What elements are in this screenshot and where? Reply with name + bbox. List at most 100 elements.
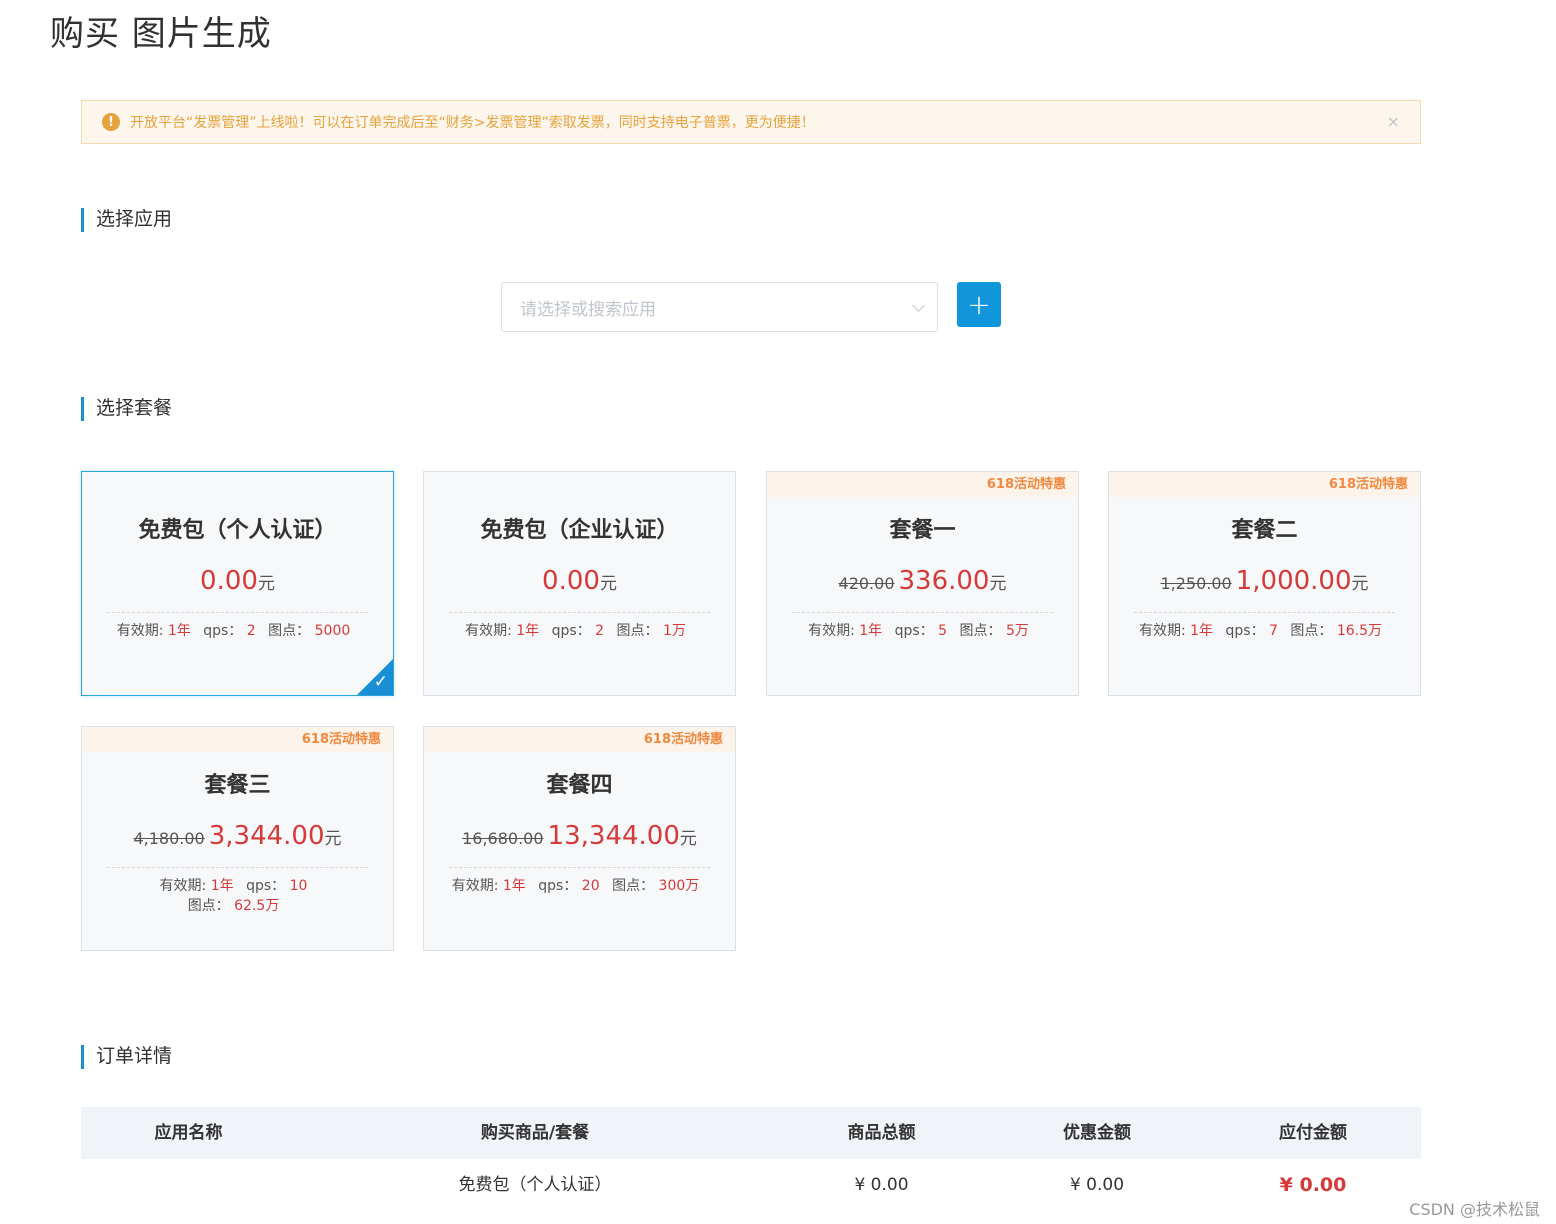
column-header-payable: 应付金额 bbox=[1279, 1123, 1347, 1143]
qps-value: 2 bbox=[246, 623, 256, 639]
validity-value: 1年 bbox=[502, 878, 526, 894]
package-price: 1,000.00 bbox=[1235, 566, 1352, 596]
package-specs: 有效期: 1年 qps： 20 图点： 300万 bbox=[444, 876, 715, 896]
currency-unit: 元 bbox=[989, 574, 1007, 594]
divider bbox=[1134, 612, 1395, 613]
qps-value: 10 bbox=[289, 878, 308, 894]
currency-unit: 元 bbox=[679, 829, 697, 849]
package-price: 0.00 bbox=[200, 566, 258, 596]
package-card-free-enterprise[interactable]: 免费包（企业认证） 0.00元 有效期: 1年 qps： 2 图点： 1万 bbox=[423, 471, 736, 696]
original-price: 1,250.00 bbox=[1160, 574, 1232, 593]
qps-label: qps： bbox=[538, 878, 578, 894]
price-row: 1,250.00 1,000.00元 bbox=[1109, 566, 1420, 596]
chevron-down-icon bbox=[912, 299, 925, 312]
package-specs: 有效期: 1年 qps： 10 图点： 62.5万 bbox=[142, 876, 333, 916]
section-title-select-package: 选择套餐 bbox=[81, 397, 172, 421]
package-specs: 有效期: 1年 qps： 5 图点： 5万 bbox=[787, 621, 1058, 641]
app-select-placeholder: 请选择或搜索应用 bbox=[520, 299, 656, 320]
qps-label: qps： bbox=[894, 623, 934, 639]
price-row: 0.00元 bbox=[82, 566, 393, 596]
points-label: 图点： bbox=[612, 878, 655, 894]
price-row: 16,680.00 13,344.00元 bbox=[424, 821, 735, 851]
order-table-header: 应用名称 购买商品/套餐 商品总额 优惠金额 应付金额 bbox=[81, 1107, 1421, 1159]
package-name: 套餐四 bbox=[546, 773, 613, 798]
notice-alert: ! 开放平台“发票管理”上线啦！可以在订单完成后至“财务>发票管理”索取发票，同… bbox=[81, 100, 1421, 144]
package-card-free-personal[interactable]: 免费包（个人认证） 0.00元 有效期: 1年 qps： 2 图点： 5000 … bbox=[81, 471, 394, 696]
validity-label: 有效期: bbox=[159, 878, 207, 894]
package-name: 套餐二 bbox=[1231, 518, 1298, 543]
package-specs: 有效期: 1年 qps： 7 图点： 16.5万 bbox=[1129, 621, 1400, 641]
validity-value: 1年 bbox=[167, 623, 191, 639]
points-label: 图点： bbox=[959, 623, 1002, 639]
watermark: CSDN @技术松鼠 bbox=[1409, 1200, 1540, 1219]
cell-discount: ¥ 0.00 bbox=[1069, 1175, 1125, 1195]
points-label: 图点： bbox=[187, 898, 230, 914]
price-row: 420.00 336.00元 bbox=[767, 566, 1078, 596]
validity-label: 有效期: bbox=[465, 623, 512, 639]
package-name: 免费包（个人认证） bbox=[138, 518, 337, 543]
check-icon: ✓ bbox=[373, 672, 388, 692]
package-price: 0.00 bbox=[542, 566, 600, 596]
cell-total: ¥ 0.00 bbox=[854, 1175, 909, 1195]
cell-app-name bbox=[81, 1165, 296, 1205]
qps-label: qps： bbox=[203, 623, 243, 639]
price-row: 4,180.00 3,344.00元 bbox=[82, 821, 393, 851]
validity-value: 1年 bbox=[859, 623, 883, 639]
app-select[interactable]: 请选择或搜索应用 bbox=[501, 282, 938, 332]
validity-label: 有效期: bbox=[451, 878, 499, 894]
original-price: 4,180.00 bbox=[133, 829, 205, 848]
promo-badge: 618活动特惠 bbox=[82, 727, 393, 752]
currency-unit: 元 bbox=[1351, 574, 1369, 594]
divider bbox=[107, 867, 368, 868]
validity-value: 1年 bbox=[516, 623, 540, 639]
qps-value: 2 bbox=[595, 623, 605, 639]
points-value: 300万 bbox=[658, 878, 700, 894]
qps-label: qps： bbox=[1225, 623, 1265, 639]
package-name: 套餐三 bbox=[204, 773, 271, 798]
promo-badge: 618活动特惠 bbox=[767, 472, 1078, 497]
points-value: 16.5万 bbox=[1336, 623, 1383, 639]
currency-unit: 元 bbox=[599, 574, 617, 594]
validity-label: 有效期: bbox=[1138, 623, 1186, 639]
qps-value: 5 bbox=[938, 623, 948, 639]
page-title: 购买 图片生成 bbox=[50, 14, 272, 54]
divider bbox=[792, 612, 1053, 613]
column-header-total: 商品总额 bbox=[847, 1123, 916, 1143]
package-price: 336.00 bbox=[898, 566, 990, 596]
column-header-product: 购买商品/套餐 bbox=[480, 1123, 590, 1143]
package-price: 13,344.00 bbox=[547, 821, 680, 851]
validity-value: 1年 bbox=[1190, 623, 1214, 639]
package-price: 3,344.00 bbox=[208, 821, 325, 851]
promo-badge: 618活动特惠 bbox=[1109, 472, 1420, 497]
package-card-3[interactable]: 618活动特惠 套餐三 4,180.00 3,344.00元 有效期: 1年 qp… bbox=[81, 726, 394, 951]
package-name: 套餐一 bbox=[889, 518, 956, 543]
cell-product: 免费包（个人认证） bbox=[458, 1175, 612, 1195]
section-title-order-details: 订单详情 bbox=[81, 1045, 172, 1069]
package-card-1[interactable]: 618活动特惠 套餐一 420.00 336.00元 有效期: 1年 qps： 5… bbox=[766, 471, 1079, 696]
package-card-2[interactable]: 618活动特惠 套餐二 1,250.00 1,000.00元 有效期: 1年 qp… bbox=[1108, 471, 1421, 696]
package-specs: 有效期: 1年 qps： 2 图点： 1万 bbox=[444, 621, 715, 641]
qps-value: 20 bbox=[581, 878, 600, 894]
cell-payable: ¥ 0.00 bbox=[1279, 1174, 1347, 1196]
points-value: 1万 bbox=[662, 623, 686, 639]
points-label: 图点： bbox=[268, 623, 311, 639]
add-app-button[interactable]: + bbox=[957, 282, 1001, 327]
validity-value: 1年 bbox=[210, 878, 234, 894]
price-row: 0.00元 bbox=[424, 566, 735, 596]
original-price: 16,680.00 bbox=[462, 829, 544, 848]
points-value: 5万 bbox=[1005, 623, 1029, 639]
package-card-4[interactable]: 618活动特惠 套餐四 16,680.00 13,344.00元 有效期: 1年 … bbox=[423, 726, 736, 951]
currency-unit: 元 bbox=[324, 829, 342, 849]
qps-value: 7 bbox=[1269, 623, 1278, 639]
package-name: 免费包（企业认证） bbox=[480, 518, 679, 543]
original-price: 420.00 bbox=[838, 574, 895, 593]
close-icon[interactable]: × bbox=[1387, 112, 1400, 131]
points-value: 5000 bbox=[314, 623, 351, 639]
divider bbox=[107, 612, 368, 613]
alert-text: 开放平台“发票管理”上线啦！可以在订单完成后至“财务>发票管理”索取发票，同时支… bbox=[130, 115, 815, 131]
qps-label: qps： bbox=[246, 878, 286, 894]
column-header-app-name: 应用名称 bbox=[154, 1123, 223, 1143]
currency-unit: 元 bbox=[257, 574, 275, 594]
column-header-discount: 优惠金额 bbox=[1063, 1123, 1131, 1143]
package-specs: 有效期: 1年 qps： 2 图点： 5000 bbox=[102, 621, 373, 641]
